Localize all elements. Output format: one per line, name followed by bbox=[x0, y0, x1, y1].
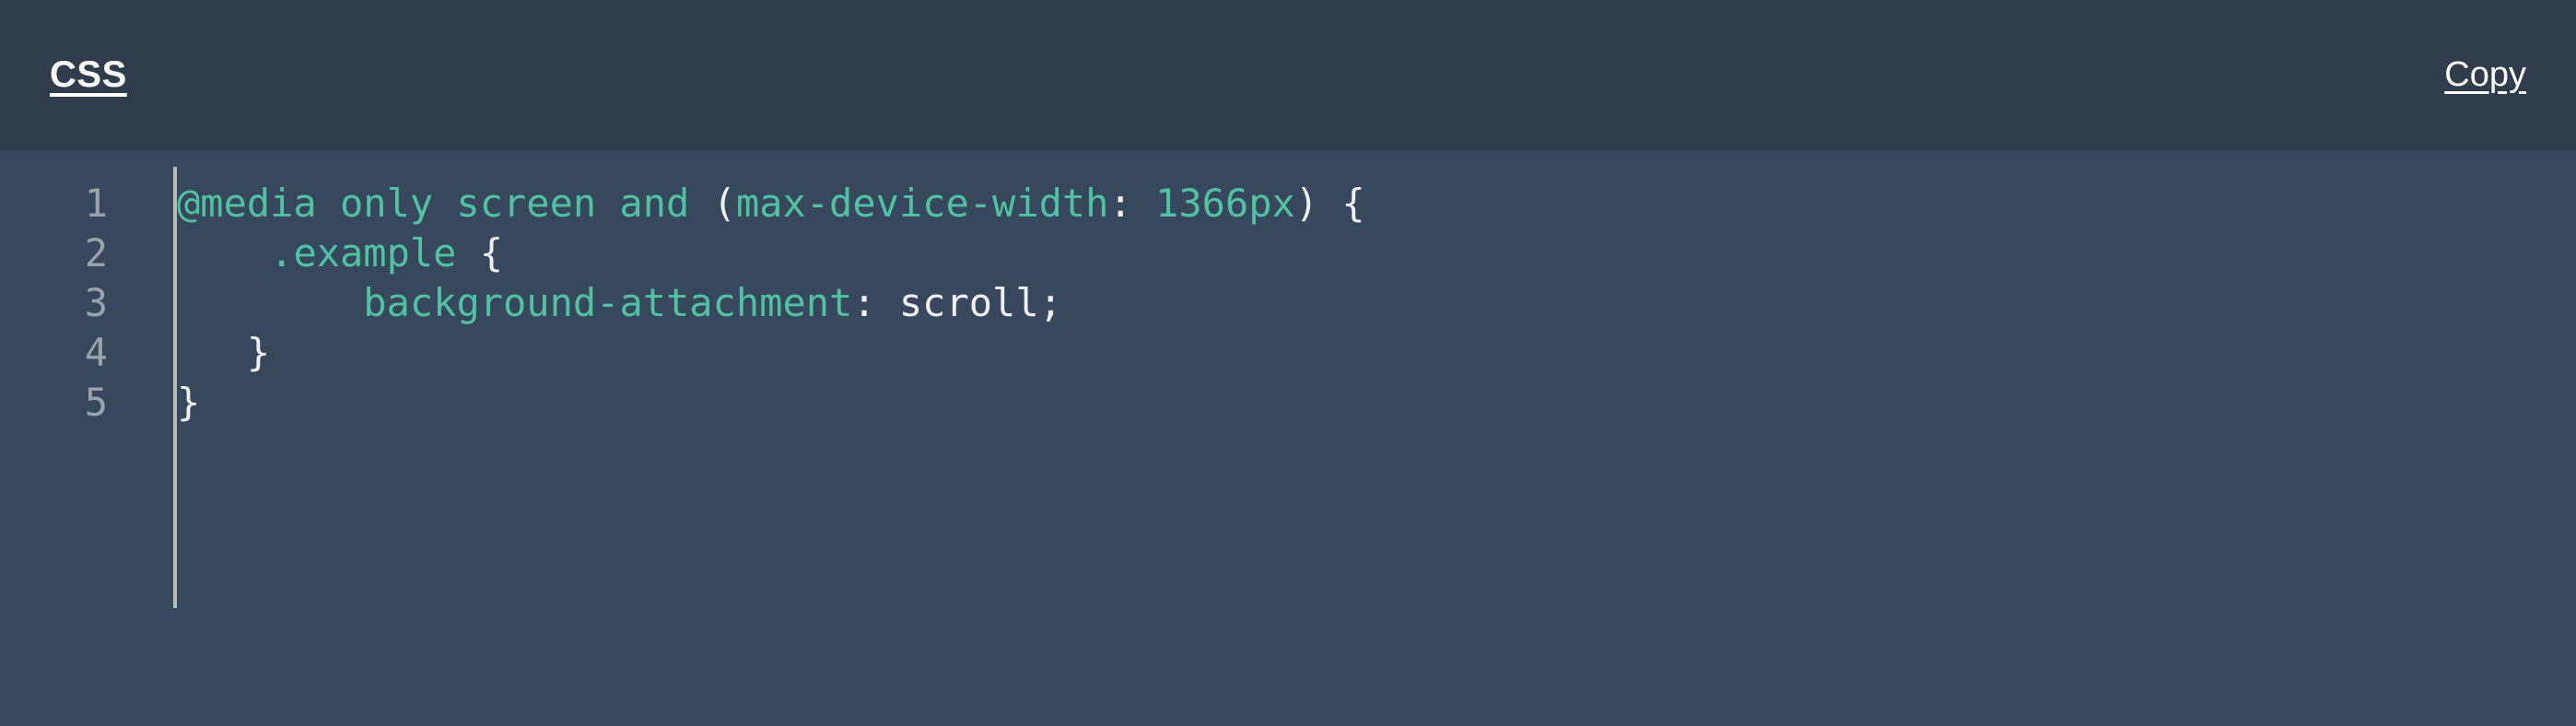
code-line-text[interactable]: } bbox=[141, 328, 270, 378]
line-number: 2 bbox=[84, 230, 108, 275]
code-token: : bbox=[852, 280, 899, 325]
code-token: } bbox=[177, 330, 271, 375]
line-number: 5 bbox=[84, 380, 108, 425]
code-line-text[interactable]: .example { bbox=[141, 228, 503, 278]
code-lines-container: 1 @media only screen and (max-device-widt… bbox=[0, 179, 2576, 427]
code-token: @media only screen and bbox=[177, 181, 713, 226]
code-snippet-header: CSS Copy bbox=[0, 0, 2576, 150]
code-line: 4 } bbox=[0, 328, 2576, 378]
code-line: 3 background-attachment: scroll; bbox=[0, 278, 2576, 328]
code-token: ) { bbox=[1294, 181, 1365, 226]
code-body[interactable]: 1 @media only screen and (max-device-widt… bbox=[0, 150, 2576, 726]
code-token: background-attachment bbox=[363, 280, 853, 325]
code-token: 1366px bbox=[1155, 181, 1295, 226]
copy-button[interactable]: Copy bbox=[2444, 57, 2526, 94]
code-snippet-block: CSS Copy 1 @media only screen and (max-de… bbox=[0, 0, 2576, 726]
language-label: CSS bbox=[50, 53, 127, 95]
line-number: 3 bbox=[84, 280, 108, 325]
line-number: 1 bbox=[84, 181, 108, 226]
code-token: ( bbox=[712, 181, 736, 226]
code-line: 5} bbox=[0, 378, 2576, 427]
code-token: scroll; bbox=[898, 280, 1062, 325]
code-line-text[interactable]: @media only screen and (max-device-width… bbox=[141, 179, 1365, 228]
code-token: : bbox=[1108, 181, 1156, 226]
code-token: .example bbox=[270, 230, 457, 275]
code-token: { bbox=[456, 230, 504, 275]
code-line: 1 @media only screen and (max-device-widt… bbox=[0, 179, 2576, 228]
code-line-text[interactable]: background-attachment: scroll; bbox=[141, 278, 1062, 328]
code-line-text[interactable]: } bbox=[141, 378, 200, 427]
code-token: max-device-width bbox=[735, 181, 1109, 226]
code-token: } bbox=[177, 380, 201, 425]
code-line: 2 .example { bbox=[0, 228, 2576, 278]
line-number: 4 bbox=[84, 330, 108, 375]
